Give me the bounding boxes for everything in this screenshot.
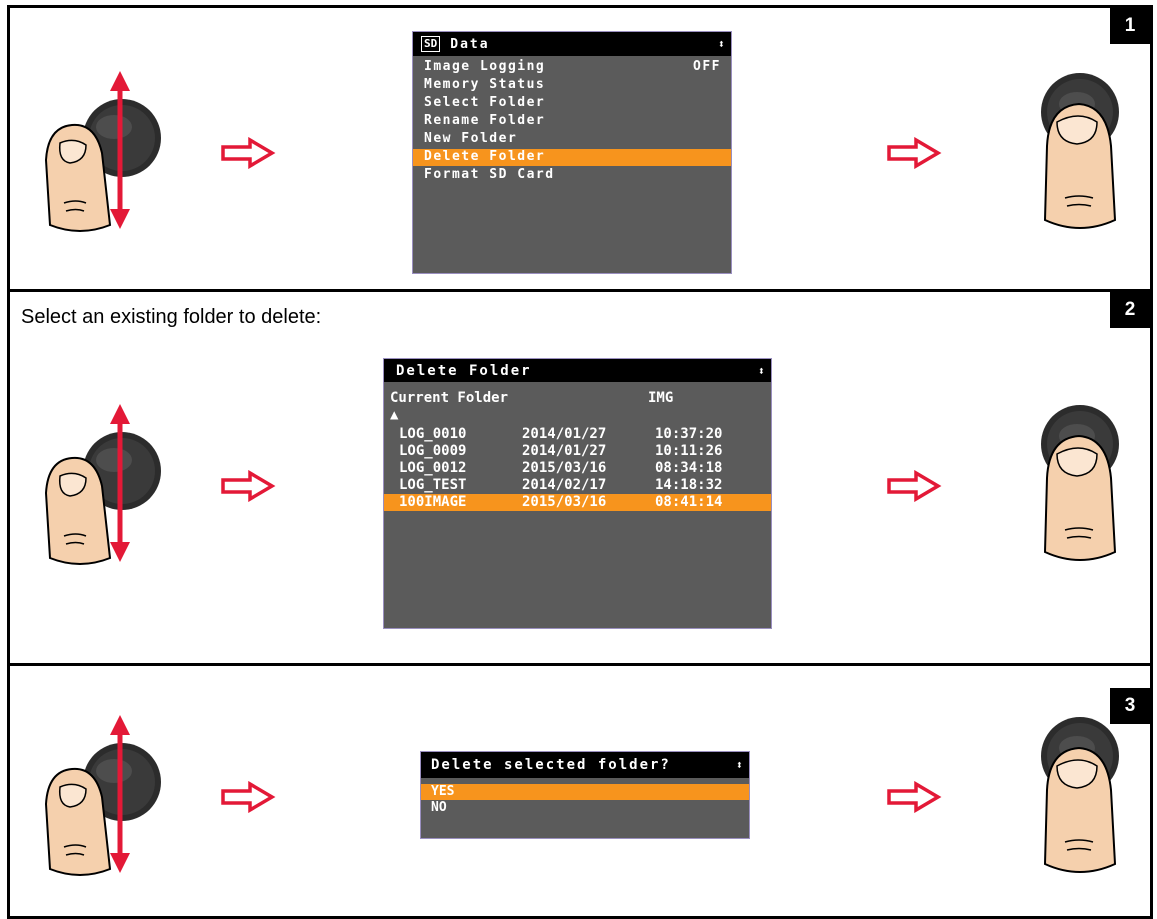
folder-date: 2015/03/16 bbox=[522, 460, 607, 476]
current-folder-value: IMG bbox=[648, 390, 674, 406]
menu-item-value: OFF bbox=[693, 59, 721, 74]
folder-date: 2014/01/27 bbox=[522, 443, 607, 459]
menu-item-label: Delete Folder bbox=[424, 149, 546, 164]
confirm-option-label: YES bbox=[431, 784, 455, 799]
folder-row[interactable]: LOG_0010 2014/01/27 10:37:20 bbox=[384, 426, 771, 443]
up-down-icon: ⬍ bbox=[735, 758, 743, 772]
step-1-panel: 1 SD Data ⬍ Image Logging OFF Memory Statu… bbox=[7, 5, 1153, 292]
screen-title-bar: Delete selected folder? ⬍ bbox=[421, 752, 749, 778]
thumb-press-knob-icon bbox=[1035, 714, 1125, 879]
menu-item-label: Select Folder bbox=[424, 95, 546, 110]
menu-item-label: Rename Folder bbox=[424, 113, 546, 128]
instruction-text: Select an existing folder to delete: bbox=[21, 306, 322, 328]
step-3-panel: 3 Delete selected folder? ⬍ YES NO bbox=[7, 663, 1153, 919]
right-outline-arrow-icon bbox=[886, 781, 942, 813]
folder-time: 10:37:20 bbox=[655, 426, 723, 442]
menu-item-label: Format SD Card bbox=[424, 167, 555, 182]
screen-title: Delete selected folder? bbox=[431, 757, 671, 773]
delete-folder-screen: Delete Folder ⬍ Current Folder IMG ▲ LOG… bbox=[383, 358, 772, 629]
confirm-option[interactable]: YES bbox=[421, 784, 749, 800]
folder-row[interactable]: 100IMAGE 2015/03/16 08:41:14 bbox=[384, 494, 771, 511]
menu-item-label: Image Logging bbox=[424, 59, 546, 74]
sd-card-icon: SD bbox=[421, 36, 441, 52]
folder-row[interactable]: LOG_TEST 2014/02/17 14:18:32 bbox=[384, 477, 771, 494]
menu-item[interactable]: Memory Status bbox=[413, 77, 731, 94]
up-down-icon: ⬍ bbox=[717, 37, 725, 51]
step-badge: 2 bbox=[1110, 292, 1150, 328]
menu-item[interactable]: New Folder bbox=[413, 131, 731, 148]
right-outline-arrow-icon bbox=[886, 137, 942, 169]
screen-title-bar: SD Data ⬍ bbox=[413, 32, 731, 56]
confirm-option-label: NO bbox=[431, 800, 447, 815]
folder-time: 08:34:18 bbox=[655, 460, 723, 476]
menu-item[interactable]: Select Folder bbox=[413, 95, 731, 112]
folder-time: 08:41:14 bbox=[655, 494, 723, 510]
thumb-scroll-knob-icon bbox=[40, 709, 170, 884]
right-outline-arrow-icon bbox=[220, 781, 276, 813]
folder-name: LOG_0012 bbox=[399, 460, 467, 476]
confirm-option[interactable]: NO bbox=[421, 800, 749, 816]
menu-item[interactable]: Format SD Card bbox=[413, 167, 731, 184]
folder-date: 2014/01/27 bbox=[522, 426, 607, 442]
folder-row[interactable]: LOG_0012 2015/03/16 08:34:18 bbox=[384, 460, 771, 477]
screen-title-bar: Delete Folder ⬍ bbox=[384, 359, 771, 382]
folder-row[interactable]: LOG_0009 2014/01/27 10:11:26 bbox=[384, 443, 771, 460]
folder-name: 100IMAGE bbox=[399, 494, 467, 510]
up-arrow-icon: ▲ bbox=[390, 407, 399, 423]
menu-item[interactable]: Delete Folder bbox=[413, 149, 731, 166]
folder-date: 2015/03/16 bbox=[522, 494, 607, 510]
folder-time: 10:11:26 bbox=[655, 443, 723, 459]
thumb-scroll-knob-icon bbox=[40, 398, 170, 573]
menu-item[interactable]: Rename Folder bbox=[413, 113, 731, 130]
folder-name: LOG_0009 bbox=[399, 443, 467, 459]
thumb-press-knob-icon bbox=[1035, 402, 1125, 567]
right-outline-arrow-icon bbox=[220, 137, 276, 169]
thumb-scroll-knob-icon bbox=[40, 65, 170, 240]
menu-item-label: Memory Status bbox=[424, 77, 546, 92]
parent-folder-row[interactable]: ▲ bbox=[384, 407, 771, 423]
step-2-panel: 2 Select an existing folder to delete: D… bbox=[7, 289, 1153, 666]
menu-item-label: New Folder bbox=[424, 131, 518, 146]
right-outline-arrow-icon bbox=[886, 470, 942, 502]
folder-name: LOG_0010 bbox=[399, 426, 467, 442]
thumb-press-knob-icon bbox=[1035, 70, 1125, 235]
screen-title: Delete Folder bbox=[396, 362, 532, 379]
confirm-delete-screen: Delete selected folder? ⬍ YES NO bbox=[420, 751, 750, 839]
step-badge: 1 bbox=[1110, 8, 1150, 44]
folder-time: 14:18:32 bbox=[655, 477, 723, 493]
screen-title: Data bbox=[450, 36, 490, 52]
current-folder-label: Current Folder bbox=[390, 390, 509, 406]
folder-date: 2014/02/17 bbox=[522, 477, 607, 493]
up-down-icon: ⬍ bbox=[757, 363, 765, 378]
folder-name: LOG_TEST bbox=[399, 477, 467, 493]
data-menu-screen: SD Data ⬍ Image Logging OFF Memory Status S… bbox=[412, 31, 732, 274]
menu-item[interactable]: Image Logging OFF bbox=[413, 59, 731, 76]
right-outline-arrow-icon bbox=[220, 470, 276, 502]
current-folder-header: Current Folder IMG bbox=[384, 390, 771, 408]
